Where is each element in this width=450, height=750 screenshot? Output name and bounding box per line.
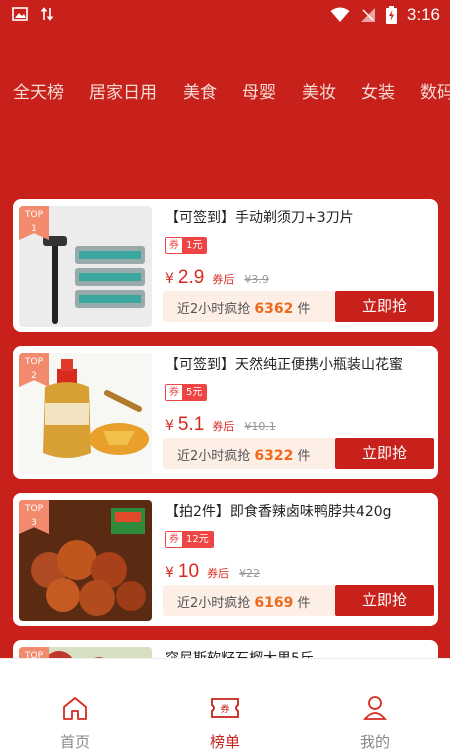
product-image[interactable]: TOP 3 bbox=[19, 500, 152, 621]
home-icon bbox=[63, 697, 87, 720]
price-row: ¥ 2.9 券后 ¥3.9 bbox=[165, 267, 269, 288]
sales-count: 6169 bbox=[254, 595, 294, 611]
coupon-badge: 券 5元 bbox=[165, 384, 208, 401]
sales-info: 近2小时疯抢 6169 件 立即抢 bbox=[163, 585, 434, 616]
status-time: 3:16 bbox=[406, 5, 440, 24]
sales-info: 近2小时疯抢 6362 件 立即抢 bbox=[163, 291, 434, 322]
ticket-icon: 券 bbox=[211, 698, 239, 718]
coupon-badge: 券 1元 bbox=[165, 237, 208, 254]
nav-ranking[interactable]: 券 榜单 bbox=[150, 659, 300, 750]
original-price: ¥10.1 bbox=[244, 420, 276, 433]
tab-home[interactable]: 居家日用 bbox=[89, 78, 157, 103]
price-row: ¥ 10 券后 ¥22 bbox=[165, 561, 261, 582]
tab-food[interactable]: 美食 bbox=[183, 78, 217, 103]
coupon-price: 2.9 bbox=[177, 267, 205, 288]
sales-count: 6322 bbox=[254, 448, 294, 464]
product-image[interactable]: TOP 2 bbox=[19, 353, 152, 474]
buy-now-button[interactable]: 立即抢 bbox=[335, 585, 434, 616]
product-card[interactable]: TOP 1 【可签到】手动剃须刀+3刀片 券 1元 ¥ 2.9 券后 ¥3.9 近2… bbox=[13, 199, 438, 332]
battery-icon bbox=[385, 6, 397, 24]
product-card[interactable]: TOP 3 【拍2件】即食香辣卤味鸭脖共420g 券 12元 ¥ 10 券后 ¥22… bbox=[13, 493, 438, 626]
bottom-nav: 首页 券 榜单 我的 bbox=[0, 658, 450, 750]
tab-digital[interactable]: 数码 bbox=[420, 78, 450, 103]
sales-count: 6362 bbox=[254, 301, 294, 317]
original-price: ¥3.9 bbox=[244, 273, 269, 286]
coupon-badge: 券 12元 bbox=[165, 531, 214, 548]
tab-women[interactable]: 女装 bbox=[361, 78, 395, 103]
product-title[interactable]: 【可签到】手动剃须刀+3刀片 bbox=[165, 207, 430, 227]
signal-icon bbox=[360, 8, 375, 22]
wifi-icon bbox=[330, 7, 350, 22]
user-icon bbox=[363, 696, 387, 720]
status-bar: 3:16 bbox=[0, 0, 450, 30]
coupon-price: 5.1 bbox=[177, 414, 205, 435]
tab-beauty[interactable]: 美妆 bbox=[302, 78, 336, 103]
product-card[interactable]: TOP 2 【可签到】天然纯正便携小瓶装山花蜜 券 5元 ¥ 5.1 券后 ¥10.… bbox=[13, 346, 438, 479]
sales-info: 近2小时疯抢 6322 件 立即抢 bbox=[163, 438, 434, 469]
buy-now-button[interactable]: 立即抢 bbox=[335, 291, 434, 322]
data-transfer-icon bbox=[40, 7, 54, 21]
original-price: ¥22 bbox=[239, 567, 261, 580]
nav-home[interactable]: 首页 bbox=[0, 659, 150, 750]
tab-all-day[interactable]: 全天榜 bbox=[13, 78, 64, 103]
nav-mine[interactable]: 我的 bbox=[300, 659, 450, 750]
price-row: ¥ 5.1 券后 ¥10.1 bbox=[165, 414, 276, 435]
tab-baby[interactable]: 母婴 bbox=[242, 78, 276, 103]
product-image[interactable]: TOP 1 bbox=[19, 206, 152, 327]
buy-now-button[interactable]: 立即抢 bbox=[335, 438, 434, 469]
product-title[interactable]: 【可签到】天然纯正便携小瓶装山花蜜 bbox=[165, 354, 430, 374]
coupon-price: 10 bbox=[177, 561, 200, 582]
category-tabs: 全天榜 居家日用 美食 母婴 美妆 女装 数码 bbox=[0, 78, 450, 112]
product-title[interactable]: 【拍2件】即食香辣卤味鸭脖共420g bbox=[165, 501, 430, 521]
image-icon bbox=[12, 7, 28, 21]
svg-text:券: 券 bbox=[220, 703, 229, 715]
